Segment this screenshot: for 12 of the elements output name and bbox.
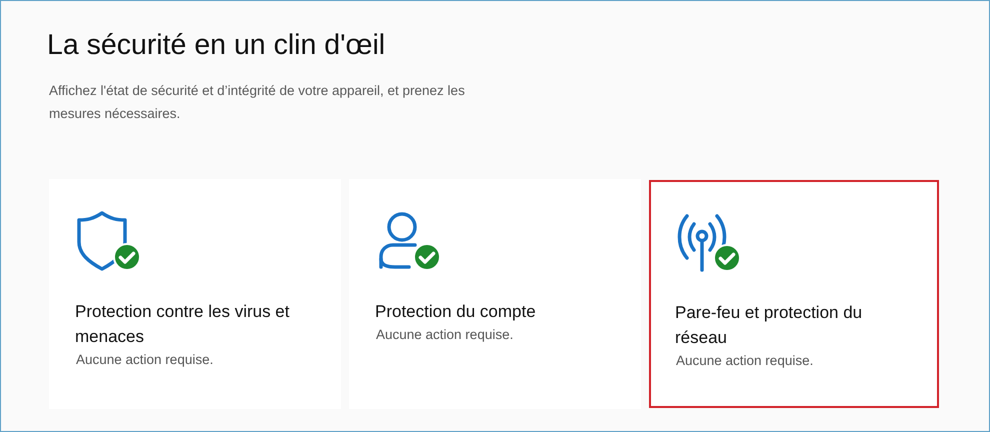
status-card[interactable]: Pare-feu et protection du réseau Aucune action requise. bbox=[649, 180, 939, 408]
status-card[interactable]: Protection contre les virus et menaces Aucune action requise. bbox=[49, 179, 341, 409]
page-title: La sécurité en un clin d'œil bbox=[47, 28, 386, 63]
card-status: Aucune action requise. bbox=[76, 351, 214, 369]
card-title: Protection contre les virus et menaces bbox=[75, 301, 290, 348]
card-status: Aucune action requise. bbox=[376, 326, 514, 344]
card-title: Protection du compte bbox=[375, 301, 537, 323]
status-card[interactable]: Protection du compte Aucune action requise. bbox=[349, 179, 641, 409]
shield-check-icon bbox=[75, 209, 141, 271]
page-description: Affichez l'état de sécurité et d’intégrité de votre appareil, et prenez les mesures nécessaires. bbox=[49, 82, 466, 123]
card-title: Pare-feu et protection du réseau bbox=[675, 302, 864, 349]
card-status: Aucune action requise. bbox=[676, 352, 814, 370]
